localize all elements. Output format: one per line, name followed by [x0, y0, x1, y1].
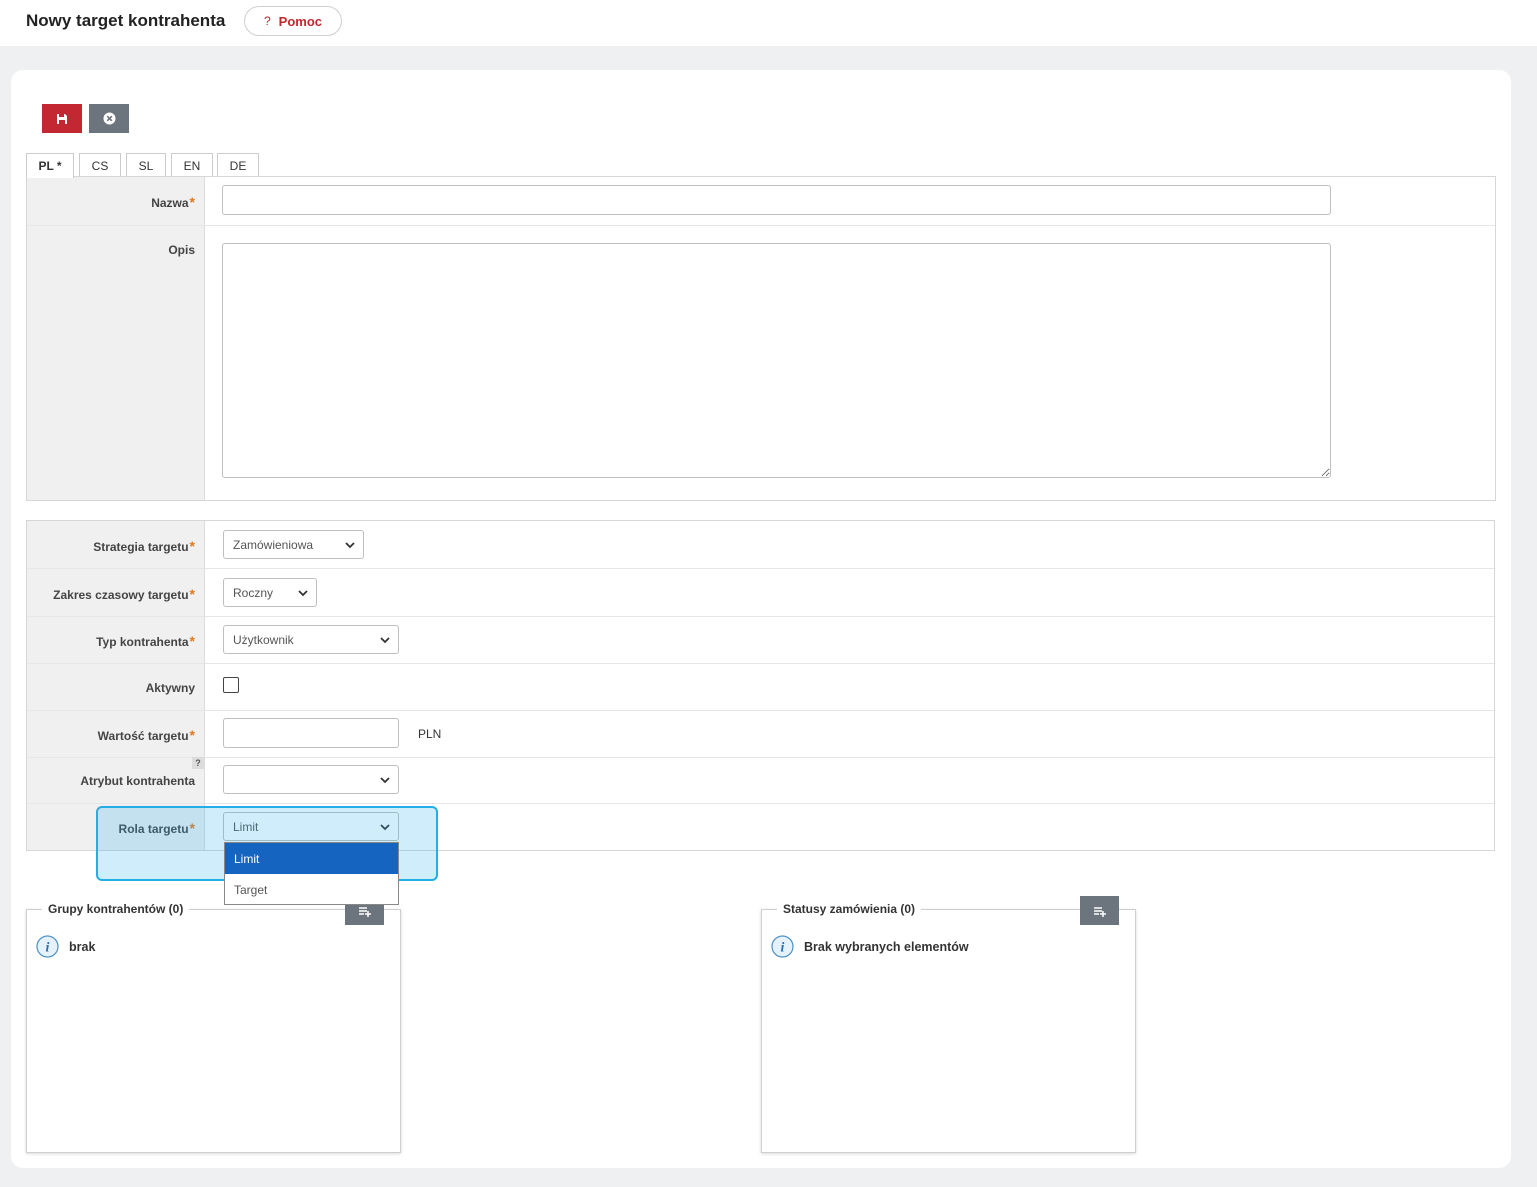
contractor-type-select[interactable]: Użytkownik	[223, 625, 399, 654]
chevron-down-icon	[380, 777, 390, 784]
strategy-label: Strategia targetu*	[93, 538, 195, 554]
period-value: Roczny	[233, 585, 274, 600]
tab-de[interactable]: DE	[217, 153, 259, 177]
role-dropdown-list: Limit Target	[224, 842, 399, 905]
row-divider	[27, 568, 1494, 569]
strategy-select[interactable]: Zamówieniowa	[223, 530, 364, 559]
chevron-down-icon	[380, 637, 390, 644]
add-list-icon	[358, 906, 371, 917]
add-list-icon	[1093, 906, 1106, 917]
page-title: Nowy target kontrahenta	[26, 11, 226, 30]
active-label: Aktywny	[145, 681, 195, 695]
description-label: Opis	[168, 243, 195, 257]
row-divider	[27, 803, 1494, 804]
close-circle-icon	[103, 112, 115, 125]
settings-panel: Strategia targetu* Zamówieniowa Zakres c…	[26, 520, 1495, 851]
role-select[interactable]: Limit	[223, 812, 399, 841]
row-divider	[27, 757, 1494, 758]
order-statuses-legend: Statusy zamówienia (0)	[777, 902, 922, 916]
target-value-input[interactable]	[223, 718, 399, 748]
contractor-groups-legend: Grupy kontrahentów (0)	[42, 902, 190, 916]
row-divider	[27, 663, 1494, 664]
order-statuses-box: Statusy zamówienia (0) i Brak wybranych …	[761, 896, 1136, 1153]
cancel-button[interactable]	[89, 104, 129, 133]
role-option-limit[interactable]: Limit	[225, 843, 398, 874]
name-input[interactable]	[222, 185, 1331, 215]
svg-text:i: i	[781, 941, 785, 956]
statuses-info-row: i Brak wybranych elementów	[771, 935, 969, 958]
question-icon: ?	[263, 14, 271, 28]
role-value: Limit	[233, 819, 259, 834]
save-icon	[57, 113, 67, 124]
tab-pl[interactable]: PL *	[26, 153, 74, 178]
top-bar: Nowy target kontrahenta ? Pomoc	[0, 0, 1537, 46]
tab-cs[interactable]: CS	[79, 153, 121, 177]
statuses-info-text: Brak wybranych elementów	[804, 939, 969, 954]
groups-info-text: brak	[69, 939, 96, 954]
chevron-down-icon	[298, 590, 308, 597]
groups-info-row: i brak	[36, 935, 95, 958]
chevron-down-icon	[345, 542, 355, 549]
help-button[interactable]: ? Pomoc	[244, 6, 342, 36]
period-label: Zakres czasowy targetu*	[53, 586, 195, 602]
tab-en[interactable]: EN	[171, 153, 213, 177]
contractor-type-value: Użytkownik	[233, 632, 294, 647]
save-button[interactable]	[42, 104, 82, 133]
description-textarea[interactable]	[222, 243, 1331, 478]
active-checkbox[interactable]	[223, 677, 239, 693]
info-icon: i	[771, 935, 794, 958]
row-divider	[27, 710, 1494, 711]
name-label: Nazwa*	[151, 194, 195, 210]
contractor-type-label: Typ kontrahenta*	[96, 633, 195, 649]
attribute-select[interactable]	[223, 765, 399, 794]
strategy-value: Zamówieniowa	[233, 537, 314, 552]
info-icon: i	[36, 935, 59, 958]
row-divider	[27, 225, 1495, 226]
tab-sl[interactable]: SL	[126, 153, 166, 177]
add-statuses-button[interactable]	[1080, 896, 1119, 925]
period-select[interactable]: Roczny	[223, 578, 317, 607]
help-button-label: Pomoc	[278, 13, 323, 29]
role-option-target[interactable]: Target	[225, 874, 398, 905]
target-value-label: Wartość targetu*	[97, 727, 195, 743]
attribute-label: Atrybut kontrahenta	[80, 774, 195, 788]
row-divider	[27, 616, 1494, 617]
role-label: Rola targetu*	[118, 820, 195, 836]
chevron-down-icon	[380, 824, 390, 831]
language-fields-panel: Nazwa* Opis	[26, 176, 1496, 501]
svg-text:i: i	[46, 941, 50, 956]
attribute-help-icon[interactable]: ?	[192, 757, 204, 769]
currency-unit: PLN	[418, 727, 442, 741]
contractor-groups-box: Grupy kontrahentów (0) i brak	[26, 896, 401, 1153]
